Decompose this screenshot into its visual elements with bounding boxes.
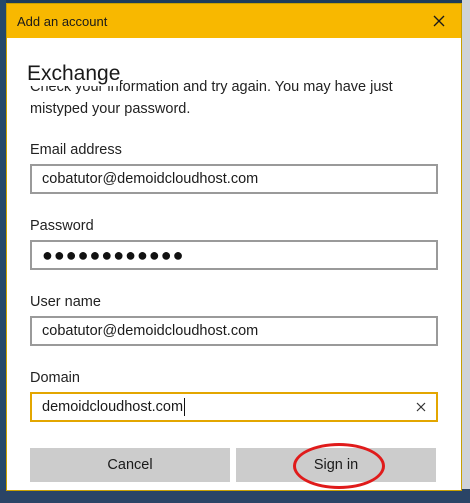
sign-in-button-label: Sign in	[313, 457, 359, 473]
password-value: ●●●●●●●●●●●●	[42, 244, 185, 265]
desktop-background-right	[462, 0, 470, 503]
email-field[interactable]: cobatutor@demoidcloudhost.com	[30, 164, 438, 194]
password-field[interactable]: ●●●●●●●●●●●●	[30, 240, 438, 270]
username-label: User name	[30, 294, 101, 310]
add-account-dialog: Add an account Exchange Check your infor…	[6, 3, 462, 491]
form-scroll-area[interactable]: Check your information and try again. Yo…	[7, 76, 461, 446]
clear-domain-button[interactable]	[416, 400, 430, 414]
close-icon	[433, 15, 445, 27]
text-cursor	[184, 398, 186, 416]
domain-value: demoidcloudhost.com	[42, 399, 184, 415]
dialog-content: Exchange Check your information and try …	[7, 38, 461, 490]
desktop-background-bottom	[0, 489, 470, 503]
sign-in-button[interactable]: Sign in	[236, 448, 436, 482]
email-label: Email address	[30, 142, 122, 158]
username-field[interactable]: cobatutor@demoidcloudhost.com	[30, 316, 438, 346]
cancel-button-label: Cancel	[107, 457, 153, 473]
title-bar: Add an account	[7, 4, 461, 38]
domain-label: Domain	[30, 370, 80, 386]
close-button[interactable]	[417, 4, 461, 38]
account-type-heading: Exchange	[27, 62, 121, 86]
domain-field[interactable]: demoidcloudhost.com	[30, 392, 438, 422]
dialog-title: Add an account	[17, 14, 108, 29]
cancel-button[interactable]: Cancel	[30, 448, 230, 482]
clear-text-icon	[416, 402, 426, 412]
email-value: cobatutor@demoidcloudhost.com	[42, 171, 259, 187]
password-label: Password	[30, 218, 94, 234]
username-value: cobatutor@demoidcloudhost.com	[42, 323, 259, 339]
